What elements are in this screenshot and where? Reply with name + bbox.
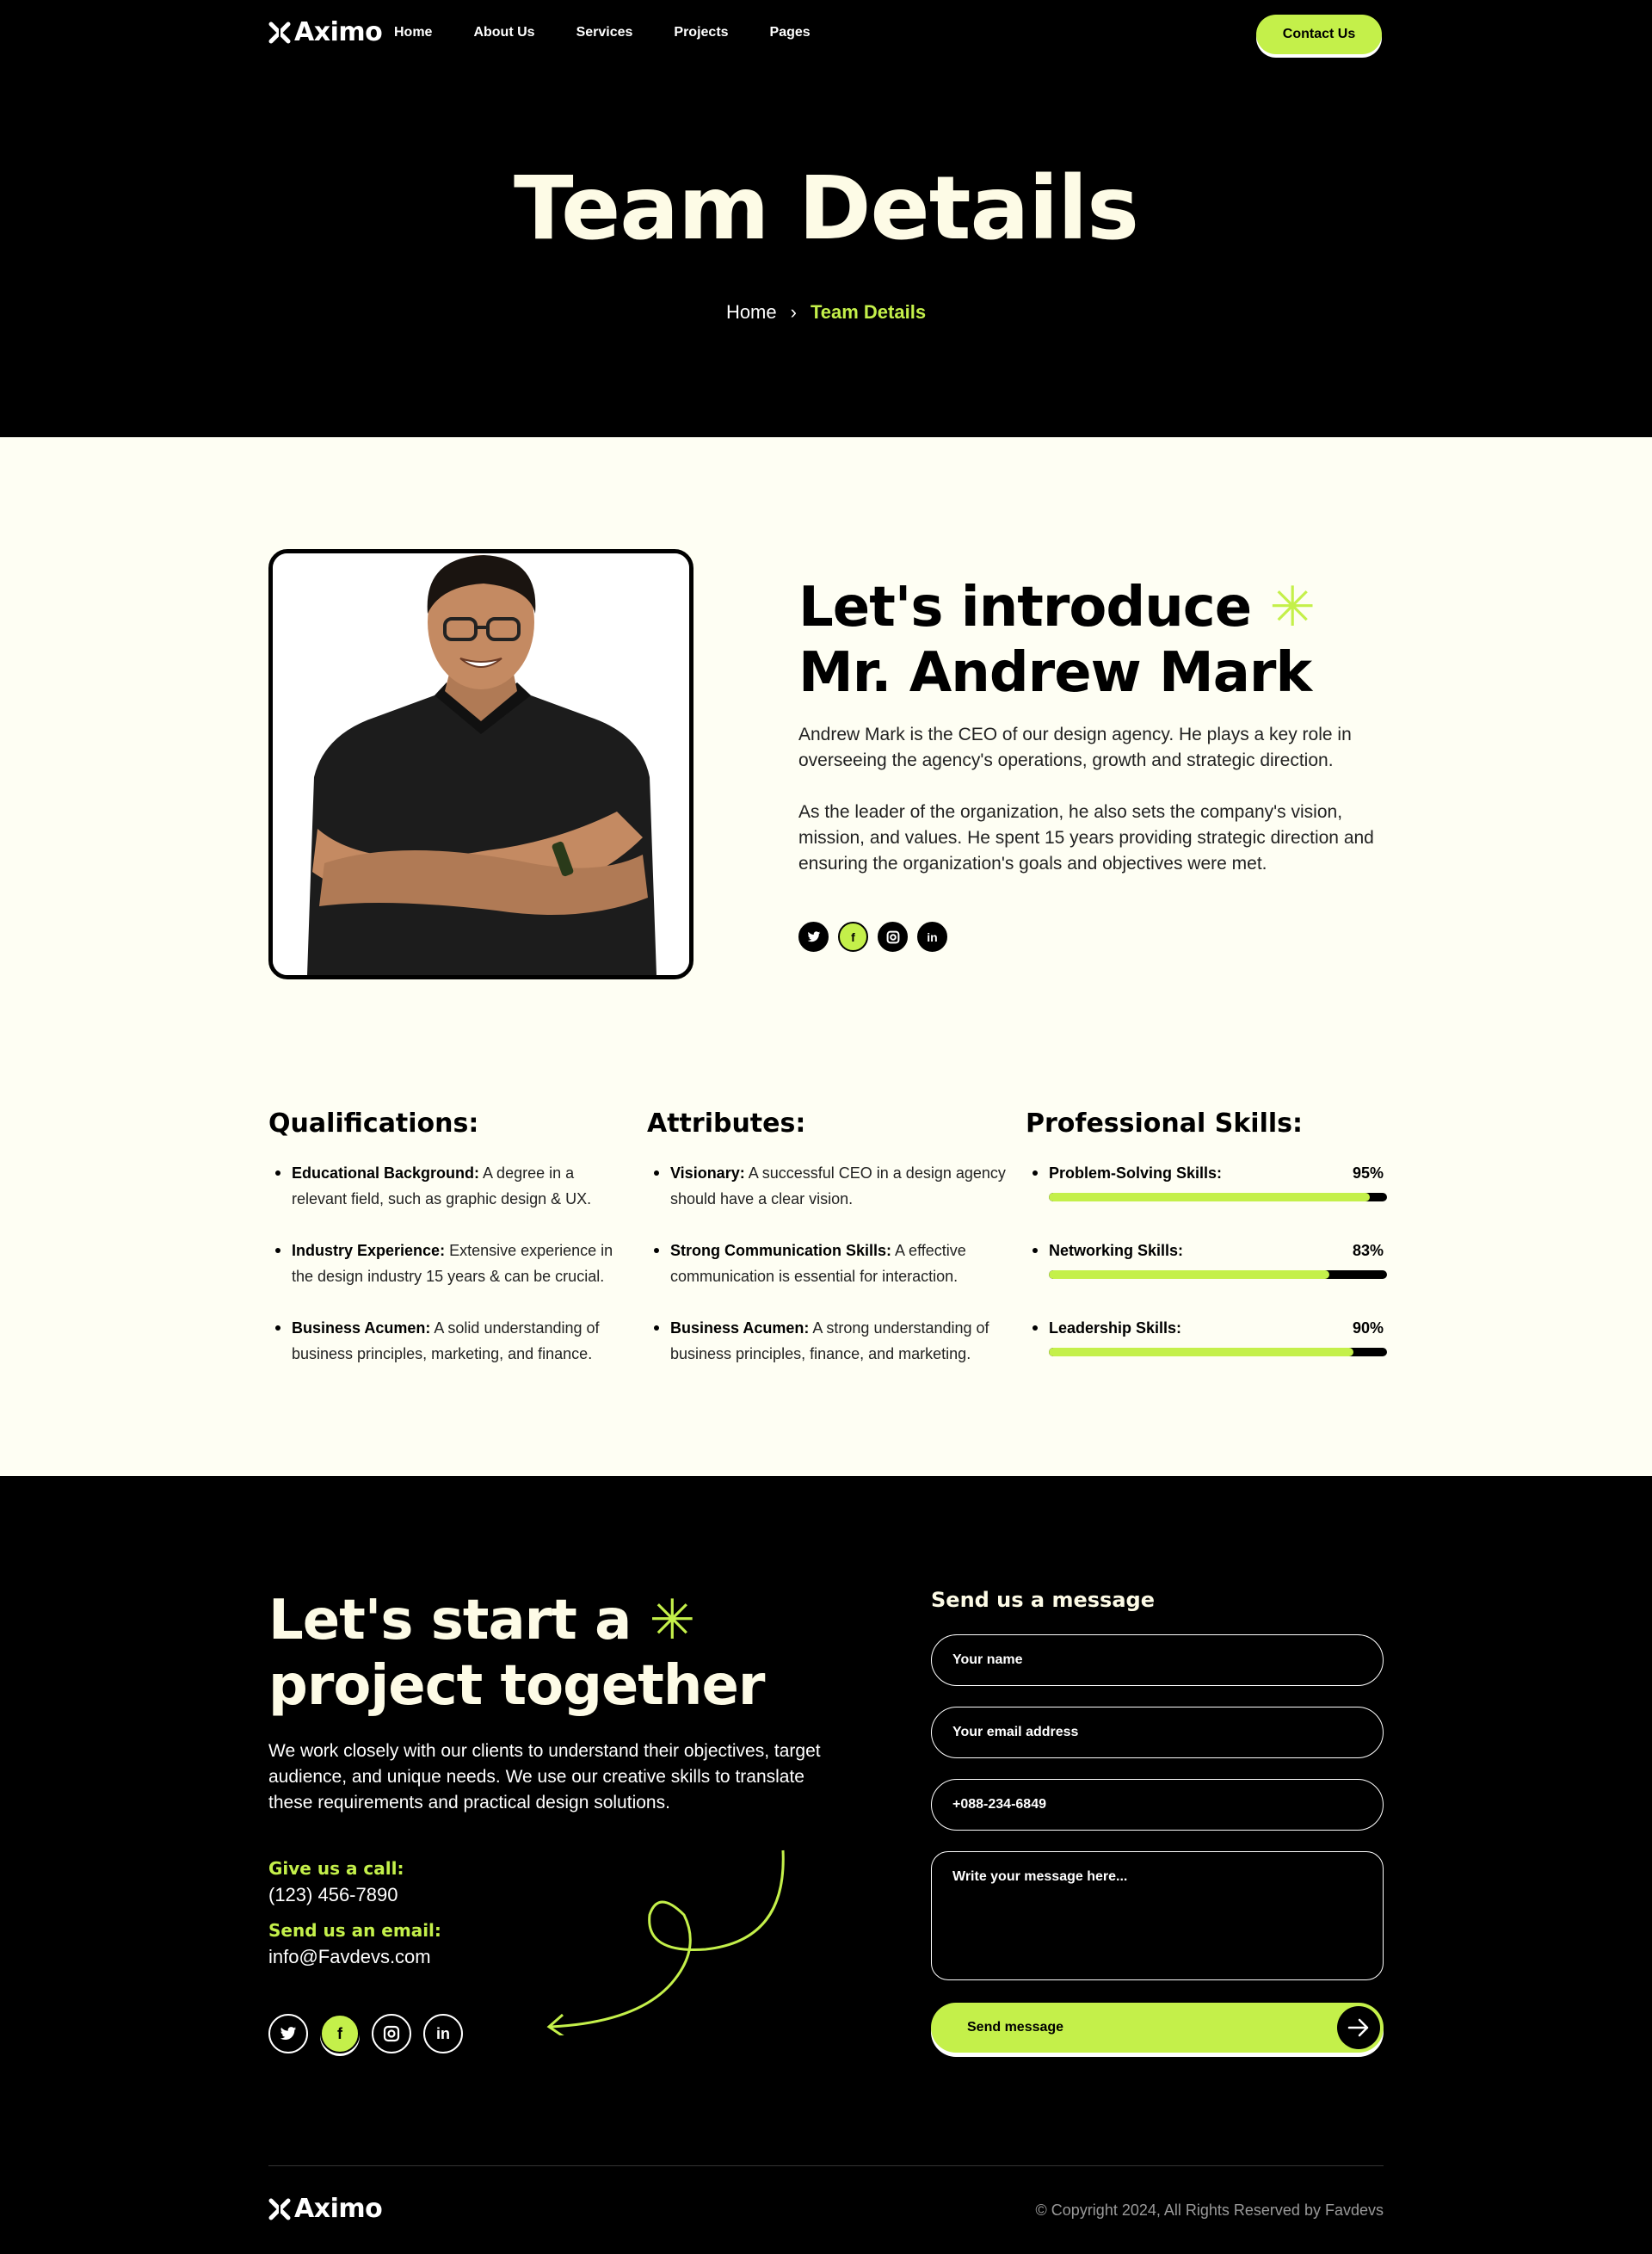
cta-heading-line1: Let's start a xyxy=(268,1589,632,1652)
item-term: Strong Communication Skills: xyxy=(670,1242,892,1259)
nav-projects[interactable]: Projects xyxy=(674,25,728,40)
logo[interactable]: Aximo xyxy=(268,17,383,47)
twitter-icon[interactable] xyxy=(798,922,829,952)
intro-heading: Let's introduce ✳ Mr. Andrew Mark xyxy=(798,575,1316,706)
item-term: Business Acumen: xyxy=(292,1319,431,1337)
main-nav: Home About Us Services Projects Pages xyxy=(394,25,811,40)
list-item: Educational Background: A degree in a re… xyxy=(268,1160,630,1212)
skill-progress-bar xyxy=(1049,1348,1387,1356)
name-field[interactable] xyxy=(931,1634,1384,1686)
logo-icon xyxy=(268,22,291,43)
skill-progress-fill xyxy=(1049,1270,1330,1279)
copyright-text: © Copyright 2024, All Rights Reserved by… xyxy=(1035,2202,1384,2219)
skill-name: Networking Skills: xyxy=(1049,1242,1184,1259)
facebook-icon[interactable]: f xyxy=(838,922,868,952)
attributes-title: Attributes: xyxy=(647,1108,806,1139)
curved-arrow-decoration xyxy=(546,1850,785,2035)
list-item: Business Acumen: A solid understanding o… xyxy=(268,1315,630,1367)
footer-divider xyxy=(268,2165,1384,2166)
nav-services[interactable]: Services xyxy=(576,25,633,40)
nav-pages[interactable]: Pages xyxy=(770,25,811,40)
skill-item: Networking Skills: 83% xyxy=(1026,1238,1387,1315)
email-label: Send us an email: xyxy=(268,1920,441,1941)
nav-about-us[interactable]: About Us xyxy=(473,25,534,40)
instagram-icon[interactable] xyxy=(372,2014,411,2053)
phone-field[interactable] xyxy=(931,1779,1384,1831)
skill-percent: 90% xyxy=(1352,1319,1384,1337)
page-header: Aximo Home About Us Services Projects Pa… xyxy=(0,0,1652,437)
skills-title: Professional Skills: xyxy=(1026,1108,1303,1139)
intro-heading-line1: Let's introduce xyxy=(798,576,1252,639)
list-item: Business Acumen: A strong understanding … xyxy=(647,1315,1008,1367)
phone-number[interactable]: (123) 456-7890 xyxy=(268,1884,398,1906)
skill-percent: 83% xyxy=(1352,1242,1384,1259)
linkedin-icon[interactable]: in xyxy=(917,922,947,952)
skill-progress-fill xyxy=(1049,1193,1371,1201)
list-item: Industry Experience: Extensive experienc… xyxy=(268,1238,630,1289)
send-message-label: Send message xyxy=(967,2020,1064,2035)
item-term: Visionary: xyxy=(670,1164,745,1182)
call-label: Give us a call: xyxy=(268,1858,404,1879)
contact-us-button[interactable]: Contact Us xyxy=(1256,15,1382,54)
asterisk-icon: ✳ xyxy=(1269,576,1316,639)
profile-social-links: f in xyxy=(798,922,947,952)
cta-paragraph: We work closely with our clients to unde… xyxy=(268,1741,821,1812)
skill-progress-bar xyxy=(1049,1270,1387,1279)
arrow-right-icon xyxy=(1337,2006,1380,2049)
form-title: Send us a message xyxy=(931,1588,1155,1612)
footer-logo[interactable]: Aximo xyxy=(268,2194,383,2224)
message-field[interactable] xyxy=(931,1851,1384,1980)
email-address[interactable]: info@Favdevs.com xyxy=(268,1946,431,1968)
logo-text: Aximo xyxy=(294,17,383,47)
qualifications-title: Qualifications: xyxy=(268,1108,479,1139)
email-field[interactable] xyxy=(931,1707,1384,1758)
skill-progress-fill xyxy=(1049,1348,1353,1356)
item-term: Educational Background: xyxy=(292,1164,480,1182)
person-illustration xyxy=(273,553,689,975)
skills-list: Problem-Solving Skills: 95% Networking S… xyxy=(1026,1160,1387,1393)
item-term: Business Acumen: xyxy=(670,1319,810,1337)
asterisk-icon: ✳ xyxy=(649,1589,696,1652)
skill-progress-bar xyxy=(1049,1193,1387,1201)
send-message-button[interactable]: Send message xyxy=(931,2003,1384,2053)
cta-heading-line2: project together xyxy=(268,1654,765,1718)
breadcrumb-current: Team Details xyxy=(810,301,927,323)
page-title: Team Details xyxy=(514,157,1139,260)
skill-name: Leadership Skills: xyxy=(1049,1319,1182,1337)
profile-photo xyxy=(268,549,693,979)
skill-item: Leadership Skills: 90% xyxy=(1026,1315,1387,1393)
logo-text: Aximo xyxy=(294,2194,383,2224)
breadcrumb-home[interactable]: Home xyxy=(726,301,777,324)
intro-heading-line2: Mr. Andrew Mark xyxy=(798,641,1312,705)
item-term: Industry Experience: xyxy=(292,1242,446,1259)
list-item: Visionary: A successful CEO in a design … xyxy=(647,1160,1008,1212)
intro-paragraph-2: As the leader of the organization, he al… xyxy=(798,802,1374,874)
twitter-icon[interactable] xyxy=(268,2014,308,2053)
facebook-icon[interactable]: f xyxy=(320,2014,360,2053)
linkedin-icon[interactable]: in xyxy=(423,2014,463,2053)
contact-section: Let's start a ✳ project together We work… xyxy=(0,1476,1652,2254)
nav-home[interactable]: Home xyxy=(394,25,432,40)
skill-percent: 95% xyxy=(1352,1164,1384,1182)
cta-heading: Let's start a ✳ project together xyxy=(268,1588,765,1719)
attributes-list: Visionary: A successful CEO in a design … xyxy=(647,1160,1008,1393)
list-item: Strong Communication Skills: A effective… xyxy=(647,1238,1008,1289)
intro-paragraph-1: Andrew Mark is the CEO of our design age… xyxy=(798,725,1352,770)
logo-icon xyxy=(268,2198,291,2220)
breadcrumb: Home › Team Details xyxy=(0,301,1652,324)
instagram-icon[interactable] xyxy=(878,922,908,952)
chevron-right-icon: › xyxy=(790,301,797,323)
contact-social-links: f in xyxy=(268,2014,463,2053)
skill-name: Problem-Solving Skills: xyxy=(1049,1164,1223,1182)
team-details-section: Let's introduce ✳ Mr. Andrew Mark Andrew… xyxy=(0,437,1652,1476)
qualifications-list: Educational Background: A degree in a re… xyxy=(268,1160,630,1393)
skill-item: Problem-Solving Skills: 95% xyxy=(1026,1160,1387,1238)
